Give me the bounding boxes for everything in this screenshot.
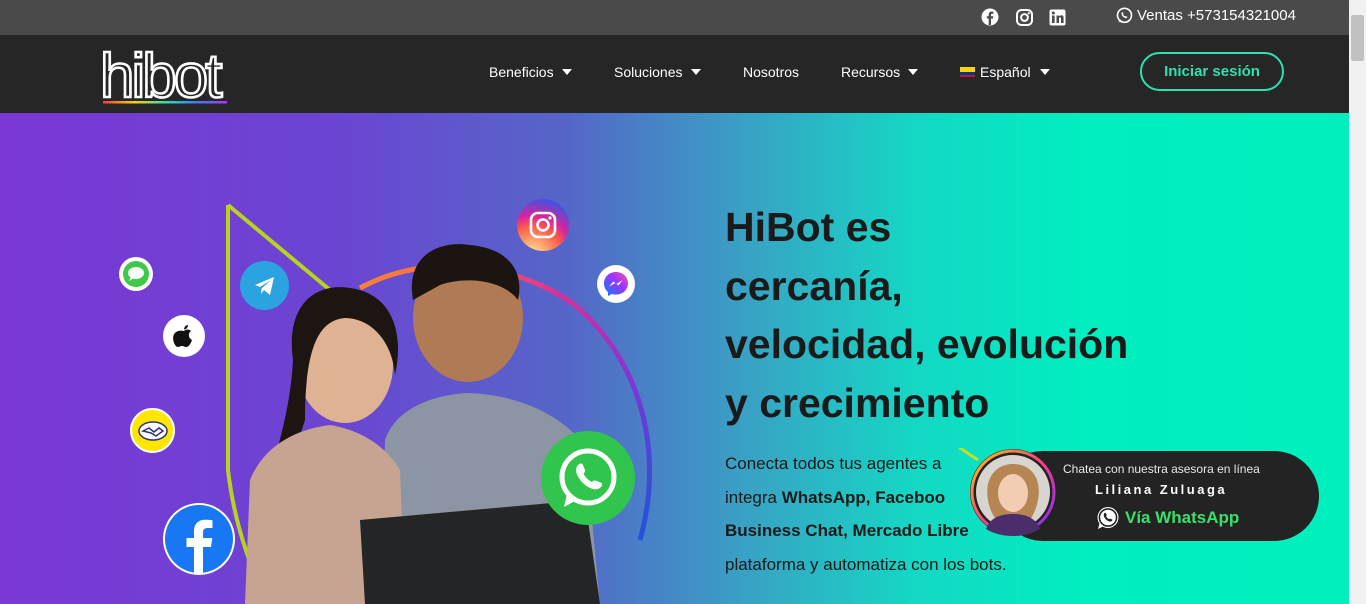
whatsapp-chat-widget[interactable]: Chatea con nuestra asesora en línea Lili… [958,448,1319,541]
instagram-icon [517,199,569,251]
headline-line: cercanía, [725,262,903,309]
nav-beneficios[interactable]: Beneficios [489,64,572,80]
chevron-down-icon [561,69,572,75]
language-selector[interactable]: Español [960,64,1050,80]
scrollbar-thumb[interactable] [1351,15,1364,61]
sales-phone-link[interactable]: Ventas +573154321004 [1116,7,1296,24]
svg-text:hibot: hibot [100,43,222,105]
page-scrollbar[interactable] [1349,0,1366,604]
whatsapp-icon [1095,505,1121,531]
widget-caption: Chatea con nuestra asesora en línea [1063,462,1260,476]
messenger-icon [597,265,635,303]
language-label: Español [980,64,1031,80]
headline-line: HiBot es [725,204,892,250]
headline-line: y crecimiento [725,379,990,426]
nav-recursos[interactable]: Recursos [841,64,919,80]
facebook-icon [163,503,235,575]
sales-phone-label: Ventas +573154321004 [1137,7,1296,24]
whatsapp-icon [1116,7,1133,24]
chevron-down-icon [1039,69,1050,75]
nav-soluciones-label: Soluciones [614,64,683,80]
nav-nosotros[interactable]: Nosotros [743,64,799,80]
imessage-icon [119,257,153,291]
description-text: integra [725,487,782,507]
login-button[interactable]: Iniciar sesión [1140,52,1284,91]
agent-avatar [958,448,1056,536]
instagram-icon[interactable] [1015,8,1033,26]
hero-illustration [226,203,652,604]
headline-line: velocidad, evolución [725,321,1129,367]
nav-soluciones[interactable]: Soluciones [614,64,701,80]
apple-icon [163,315,205,357]
nav-beneficios-label: Beneficios [489,64,554,80]
chevron-down-icon [690,69,701,75]
whatsapp-cta-label: Vía WhatsApp [1125,508,1240,527]
nav-recursos-label: Recursos [841,64,901,80]
agent-name: Liliana Zuluaga [1095,482,1228,497]
description-bold: WhatsApp, Faceboo [781,487,946,507]
telegram-icon [240,261,289,310]
colombia-flag-icon [960,67,975,77]
mercadolibre-icon [130,408,175,453]
chevron-down-icon [908,69,919,75]
description-line: plataforma y automatiza con los bots. [725,554,1007,574]
nav-nosotros-label: Nosotros [743,64,800,80]
linkedin-icon[interactable] [1048,8,1066,26]
facebook-icon[interactable] [981,8,999,26]
whatsapp-cta[interactable]: Vía WhatsApp [1095,505,1239,531]
whatsapp-icon [541,431,635,525]
hero-headline: HiBot es cercanía, velocidad, evolución … [725,198,1205,432]
hibot-logo[interactable]: hibot [99,41,240,112]
